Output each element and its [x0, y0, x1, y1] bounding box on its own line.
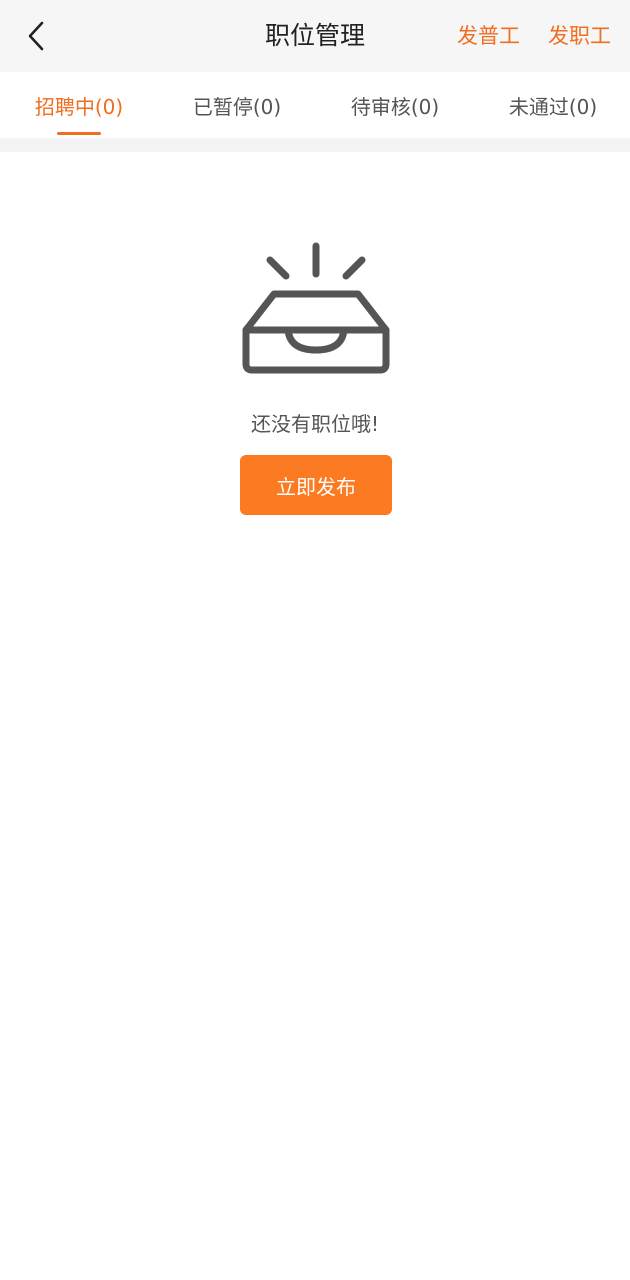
- tab-recruiting[interactable]: 招聘中(0): [0, 72, 158, 138]
- page-title: 职位管理: [264, 21, 365, 50]
- section-divider: [0, 138, 630, 152]
- status-tabs: 招聘中(0) 已暂停(0) 待审核(0) 未通过(0): [0, 72, 630, 138]
- post-general-worker-button[interactable]: 发普工: [457, 0, 520, 72]
- active-tab-indicator: [57, 132, 101, 135]
- page: 职位管理 发普工 发职工 招聘中(0) 已暂停(0) 待审核(0) 未通过(0)…: [0, 0, 630, 1280]
- tab-paused[interactable]: 已暂停(0): [158, 72, 316, 138]
- tab-pending-review[interactable]: 待审核(0): [316, 72, 474, 138]
- back-button[interactable]: [18, 18, 54, 54]
- empty-message: 还没有职位哦!: [250, 412, 380, 436]
- empty-inbox-icon: [242, 242, 390, 374]
- header-bar: 职位管理 发普工 发职工: [0, 0, 630, 72]
- tab-rejected[interactable]: 未通过(0): [474, 72, 630, 138]
- chevron-left-icon: [28, 21, 44, 51]
- post-staff-button[interactable]: 发职工: [548, 0, 611, 72]
- publish-now-button[interactable]: 立即发布: [240, 455, 392, 515]
